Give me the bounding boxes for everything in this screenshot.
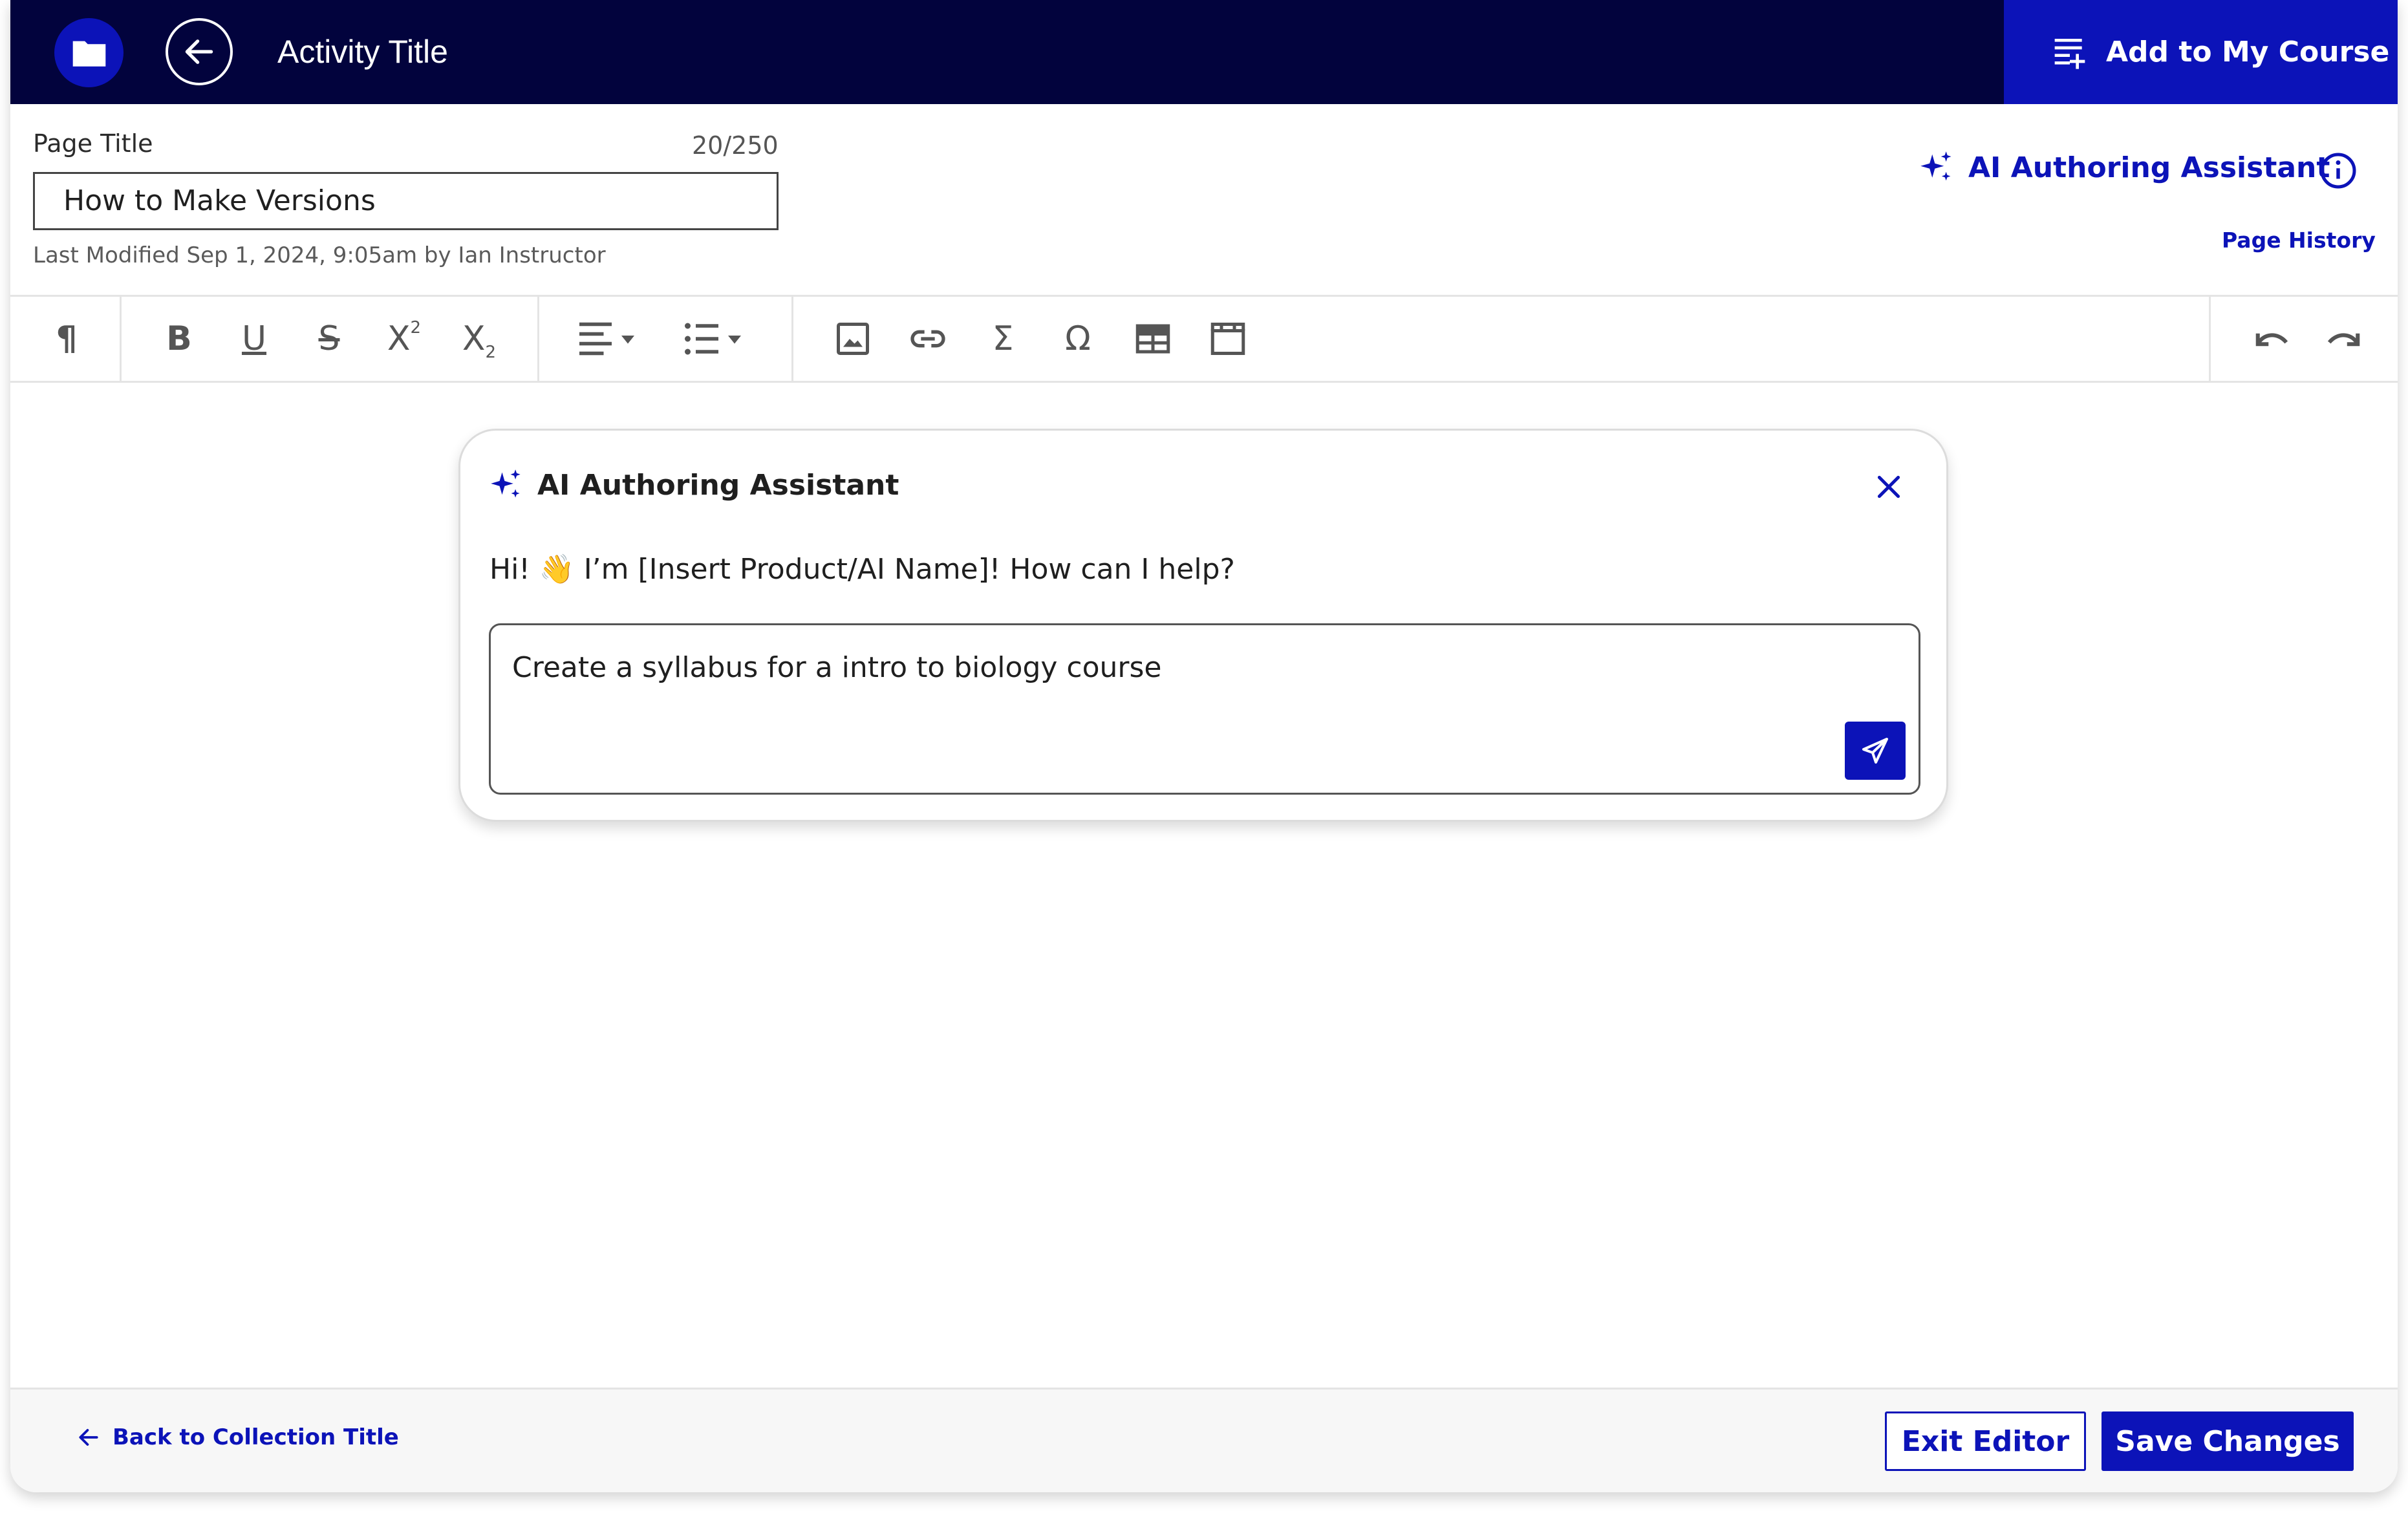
align-icon [579,322,634,356]
undo-icon [2255,333,2288,347]
prompt-input[interactable]: Create a syllabus for a intro to biology… [489,623,1920,795]
strikethrough-button[interactable]: S [305,315,353,363]
toolbar-divider [537,297,539,381]
prompt-text: Create a syllabus for a intro to biology… [512,651,1162,684]
sigma-icon: Σ [992,319,1014,358]
assistant-header: AI Authoring Assistant [489,468,899,502]
back-to-collection-label: Back to Collection Title [113,1424,399,1450]
insert-image-button[interactable] [829,315,877,363]
close-assistant-button[interactable] [1873,471,1905,503]
superscript-button[interactable]: X2 [380,315,428,363]
insert-table-button[interactable] [1129,315,1177,363]
omega-icon: Ω [1065,319,1091,358]
editor-window: Activity Title Add to My Course Page Tit… [10,0,2398,1492]
editor-footer: Back to Collection Title Exit Editor Sav… [10,1388,2398,1492]
list-icon [685,323,741,355]
add-to-course-button[interactable]: Add to My Course [2004,0,2398,104]
undo-button[interactable] [2246,315,2294,363]
arrow-left-icon [185,39,213,64]
ai-assistant-label: AI Authoring Assistant [1968,151,2330,184]
align-button[interactable] [573,315,644,363]
redo-button[interactable] [2321,315,2369,363]
arrow-left-icon [79,1429,98,1446]
toolbar-divider [2209,297,2211,381]
folder-icon [72,41,105,67]
bold-icon: B [166,319,192,358]
last-modified-text: Last Modified Sep 1, 2024, 9:05am by Ian… [33,242,606,268]
assistant-title: AI Authoring Assistant [537,468,899,502]
char-count: 20/250 [692,131,779,160]
subscript-button[interactable]: X2 [455,315,503,363]
paragraph-button[interactable]: ¶ [43,315,91,363]
info-icon [2320,153,2356,189]
redo-icon [2327,333,2360,347]
add-to-course-label: Add to My Course [2106,36,2390,69]
send-icon [1862,738,1888,764]
superscript-icon: X2 [387,319,421,358]
exit-editor-button[interactable]: Exit Editor [1885,1411,2086,1471]
assistant-greeting: Hi! 👋 I’m [Insert Product/AI Name]! How … [489,553,1235,586]
strikethrough-icon: S [318,319,340,358]
page-history-link[interactable]: Page History [2222,228,2376,253]
insert-formula-button[interactable]: Σ [979,315,1027,363]
ai-assistant-link[interactable]: AI Authoring Assistant [1919,150,2330,185]
insert-media-button[interactable] [1204,315,1252,363]
image-icon [837,323,869,355]
editor-toolbar: ¶ B U S X2 X2 Σ Ω [10,295,2398,383]
table-icon [1135,324,1170,354]
paragraph-icon: ¶ [56,319,78,358]
link-icon [910,330,945,348]
playlist-add-icon [2054,38,2085,69]
bold-button[interactable]: B [155,315,203,363]
list-button[interactable] [680,315,751,363]
toolbar-divider [791,297,793,381]
insert-symbol-button[interactable]: Ω [1054,315,1102,363]
sparkle-icon [1920,151,1951,181]
save-changes-button[interactable]: Save Changes [2102,1411,2354,1471]
subscript-icon: X2 [462,319,496,361]
subscript-base: X [462,319,486,358]
folder-button[interactable] [54,18,124,87]
superscript-exp: 2 [410,318,422,338]
toolbar-divider [120,297,122,381]
back-to-collection-link[interactable]: Back to Collection Title [76,1424,399,1450]
insert-link-button[interactable] [904,315,952,363]
activity-title: Activity Title [277,34,448,70]
back-button[interactable] [166,18,233,85]
page-title-label: Page Title [33,129,153,158]
sparkle-icon [491,469,521,498]
close-icon [1877,475,1900,499]
top-bar: Activity Title Add to My Course [10,0,2398,104]
ai-assistant-panel: AI Authoring Assistant Hi! 👋 I’m [Insert… [458,429,1948,822]
page-title-input[interactable]: How to Make Versions [33,172,779,230]
media-icon [1210,323,1245,355]
info-button[interactable] [2319,151,2358,190]
send-button[interactable] [1845,722,1906,780]
superscript-base: X [387,319,411,358]
subscript-sub: 2 [485,343,497,362]
underline-button[interactable]: U [230,315,278,363]
underline-icon: U [241,319,267,358]
